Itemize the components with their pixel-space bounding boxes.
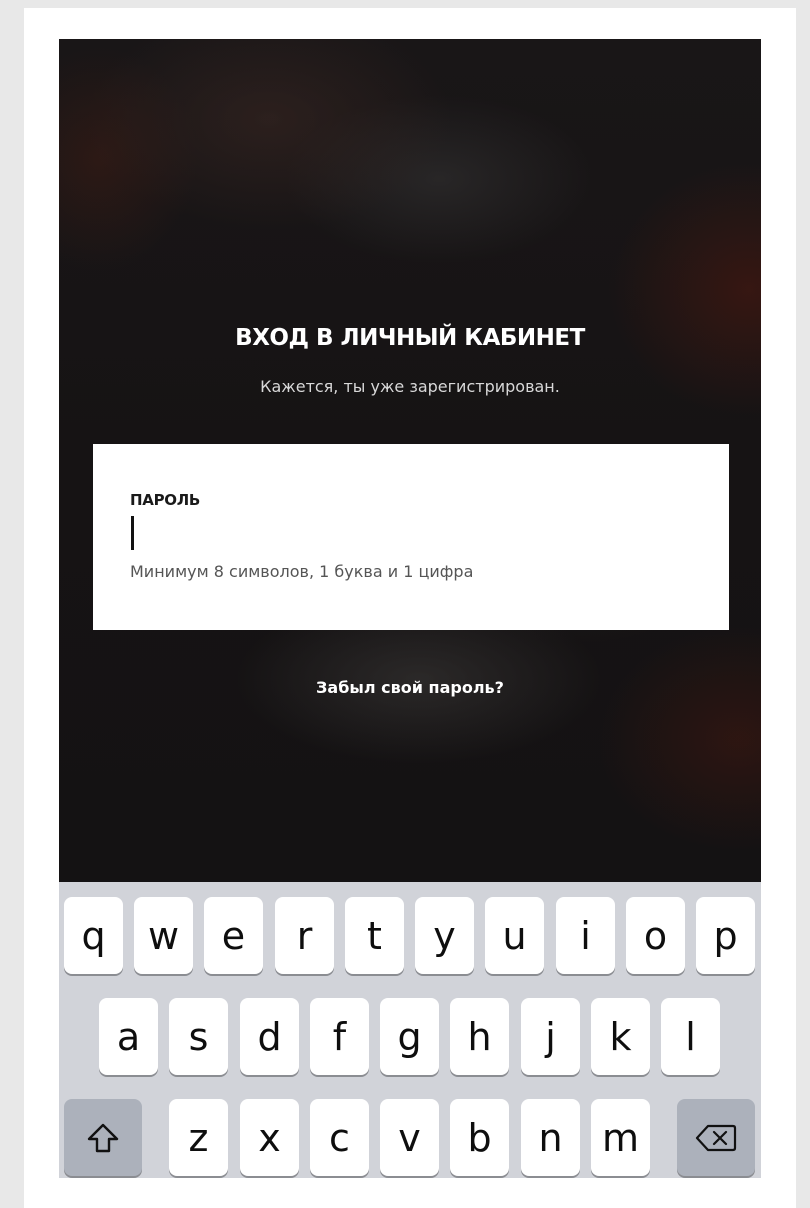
key-y[interactable]: y — [415, 897, 474, 974]
key-x[interactable]: x — [240, 1099, 299, 1176]
key-t[interactable]: t — [345, 897, 404, 974]
shift-arrow-icon — [86, 1122, 120, 1154]
key-u[interactable]: u — [485, 897, 544, 974]
backspace-key[interactable] — [677, 1099, 755, 1176]
key-q[interactable]: q — [64, 897, 123, 974]
shift-key[interactable] — [64, 1099, 142, 1176]
key-b[interactable]: b — [450, 1099, 509, 1176]
key-j[interactable]: j — [521, 998, 580, 1075]
key-s[interactable]: s — [169, 998, 228, 1075]
page-subtitle: Кажется, ты уже зарегистрирован. — [260, 377, 560, 396]
key-o[interactable]: o — [626, 897, 685, 974]
key-d[interactable]: d — [240, 998, 299, 1075]
text-caret — [131, 516, 134, 550]
key-g[interactable]: g — [380, 998, 439, 1075]
on-screen-keyboard: q w e r t y u i o p a s d f g h j k l z … — [59, 882, 761, 1178]
key-c[interactable]: c — [310, 1099, 369, 1176]
key-f[interactable]: f — [310, 998, 369, 1075]
key-i[interactable]: i — [556, 897, 615, 974]
key-k[interactable]: k — [591, 998, 650, 1075]
key-l[interactable]: l — [661, 998, 720, 1075]
password-input[interactable] — [130, 514, 690, 550]
page-title: ВХОД В ЛИЧНЫЙ КАБИНЕТ — [235, 325, 585, 351]
key-e[interactable]: e — [204, 897, 263, 974]
password-card: ПАРОЛЬ Минимум 8 символов, 1 буква и 1 ц… — [93, 444, 729, 630]
key-h[interactable]: h — [450, 998, 509, 1075]
key-w[interactable]: w — [134, 897, 193, 974]
key-z[interactable]: z — [169, 1099, 228, 1176]
phone-screen: ВХОД В ЛИЧНЫЙ КАБИНЕТ Кажется, ты уже за… — [59, 39, 761, 1178]
key-n[interactable]: n — [521, 1099, 580, 1176]
key-r[interactable]: r — [275, 897, 334, 974]
key-p[interactable]: p — [696, 897, 755, 974]
password-label: ПАРОЛЬ — [130, 491, 200, 509]
key-v[interactable]: v — [380, 1099, 439, 1176]
backspace-icon — [695, 1123, 737, 1153]
key-m[interactable]: m — [591, 1099, 650, 1176]
forgot-password-link[interactable]: Забыл свой пароль? — [59, 678, 761, 697]
password-hint: Минимум 8 символов, 1 буква и 1 цифра — [130, 562, 474, 581]
key-a[interactable]: a — [99, 998, 158, 1075]
